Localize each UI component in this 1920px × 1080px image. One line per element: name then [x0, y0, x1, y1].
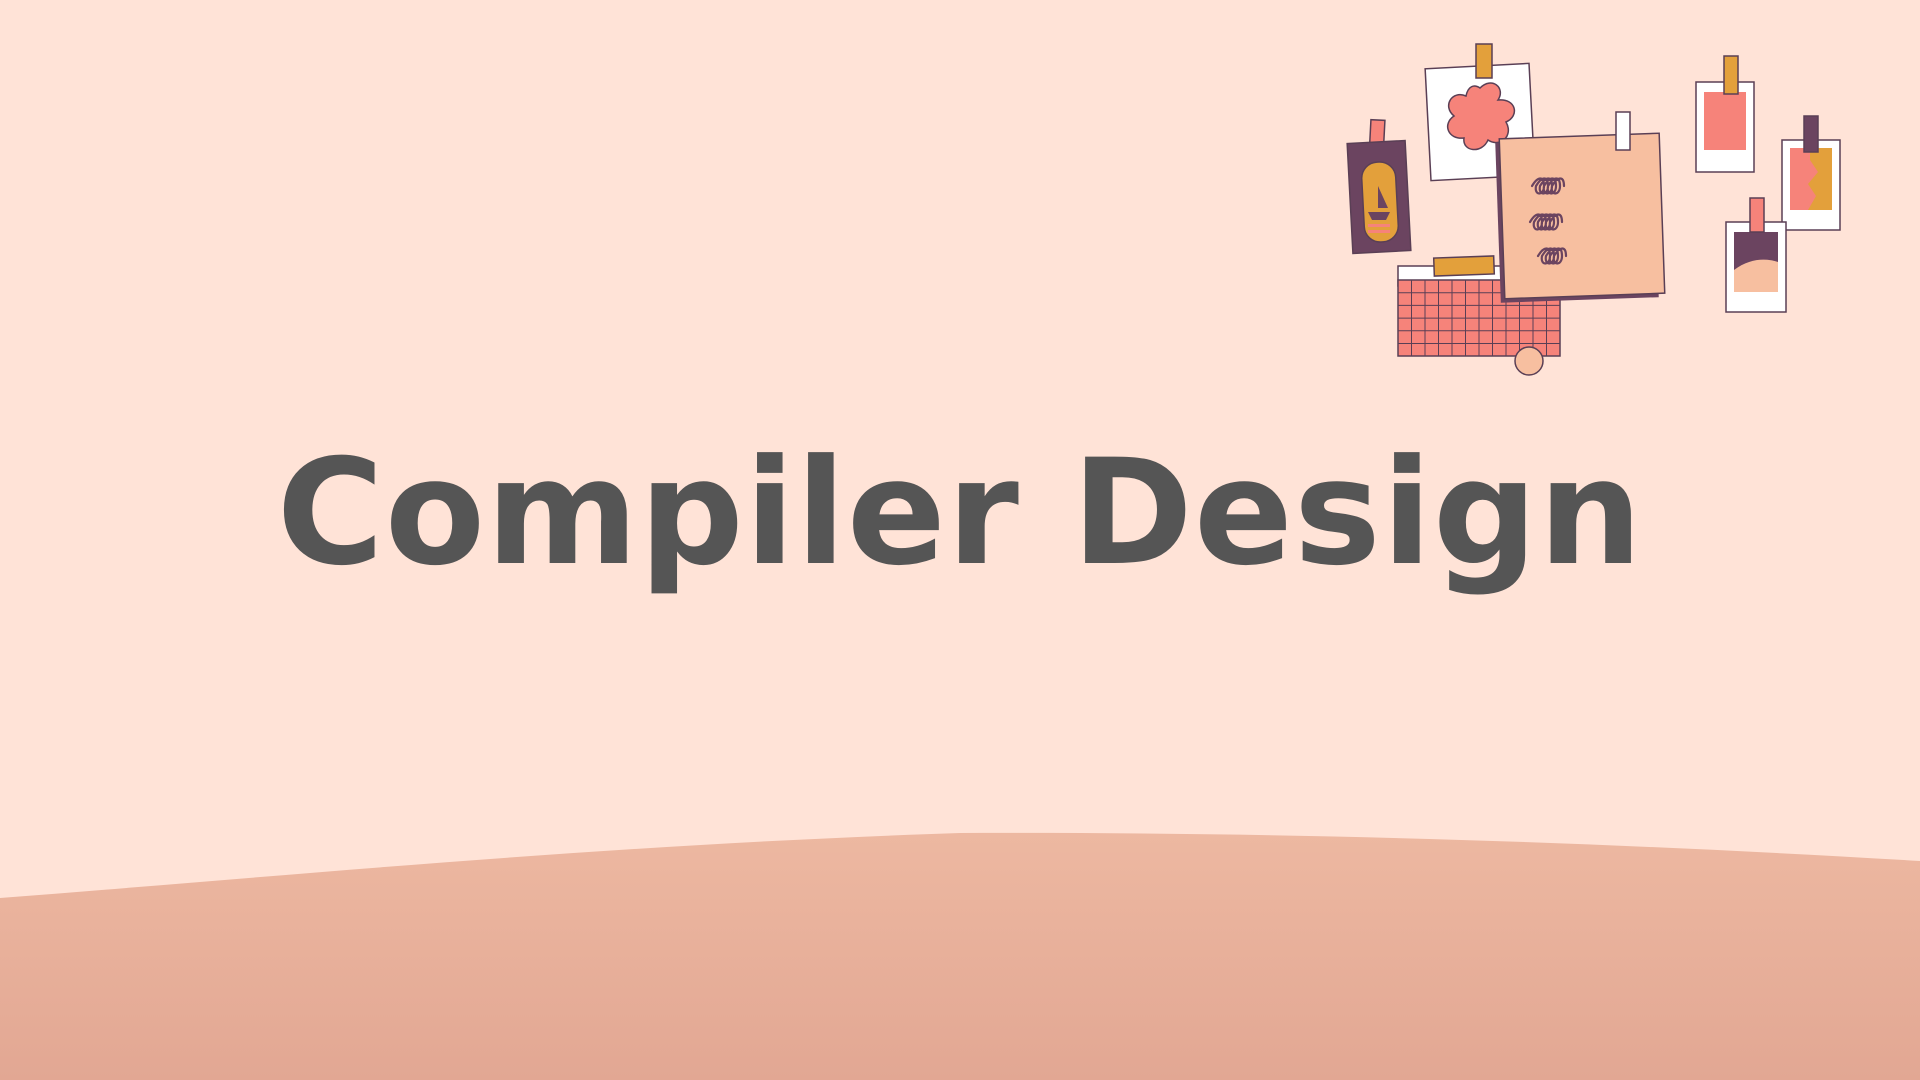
- small-photo-right: [1781, 115, 1841, 231]
- slide: Compiler Design: [0, 0, 1920, 1080]
- small-photo-top: [1695, 55, 1755, 173]
- slide-title: Compiler Design: [276, 428, 1644, 598]
- small-photo-bottom: [1725, 197, 1787, 313]
- pinned-moodboard-illustration: [1346, 43, 1841, 376]
- note-paper: [1495, 111, 1666, 303]
- framed-poster: [1346, 118, 1412, 255]
